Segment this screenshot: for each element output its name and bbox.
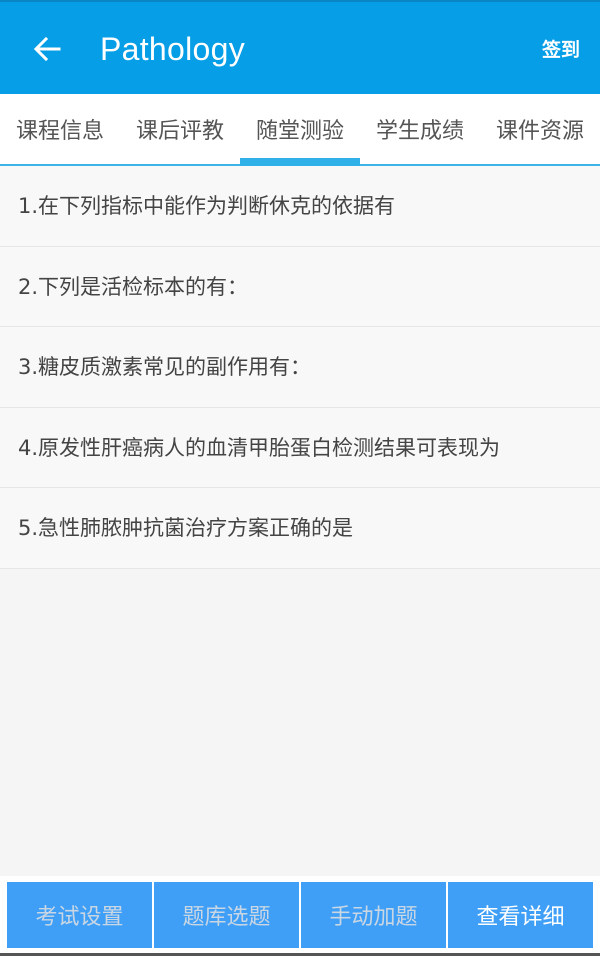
tab-course-info[interactable]: 课程信息 [0, 94, 120, 164]
app-bar: Pathology 签到 [0, 0, 600, 94]
tab-in-class-quiz[interactable]: 随堂测验 [240, 94, 360, 166]
question-item[interactable]: 1.在下列指标中能作为判断休克的依据有 [0, 166, 600, 247]
page-title: Pathology [100, 31, 246, 67]
bottom-action-bar: 考试设置 题库选题 手动加题 查看详细 [0, 876, 600, 956]
back-button[interactable] [22, 22, 72, 76]
add-question-manually-button[interactable]: 手动加题 [301, 882, 446, 948]
exam-settings-button[interactable]: 考试设置 [7, 882, 152, 948]
select-from-bank-button[interactable]: 题库选题 [154, 882, 299, 948]
question-item[interactable]: 3.糖皮质激素常见的副作用有： [0, 327, 600, 408]
tab-course-evaluation[interactable]: 课后评教 [120, 94, 240, 164]
question-item[interactable]: 2.下列是活检标本的有： [0, 246, 600, 327]
tab-student-grades[interactable]: 学生成绩 [360, 94, 480, 164]
view-details-button[interactable]: 查看详细 [448, 882, 593, 948]
arrow-left-icon [33, 36, 61, 62]
sign-in-button[interactable]: 签到 [542, 30, 580, 70]
question-item[interactable]: 5.急性肺脓肿抗菌治疗方案正确的是 [0, 488, 600, 569]
tab-bar: 课程信息 课后评教 随堂测验 学生成绩 课件资源 [0, 94, 600, 166]
question-item[interactable]: 4.原发性肝癌病人的血清甲胎蛋白检测结果可表现为 [0, 407, 600, 488]
question-list: 1.在下列指标中能作为判断休克的依据有 2.下列是活检标本的有： 3.糖皮质激素… [0, 166, 600, 569]
tab-courseware[interactable]: 课件资源 [480, 94, 600, 164]
